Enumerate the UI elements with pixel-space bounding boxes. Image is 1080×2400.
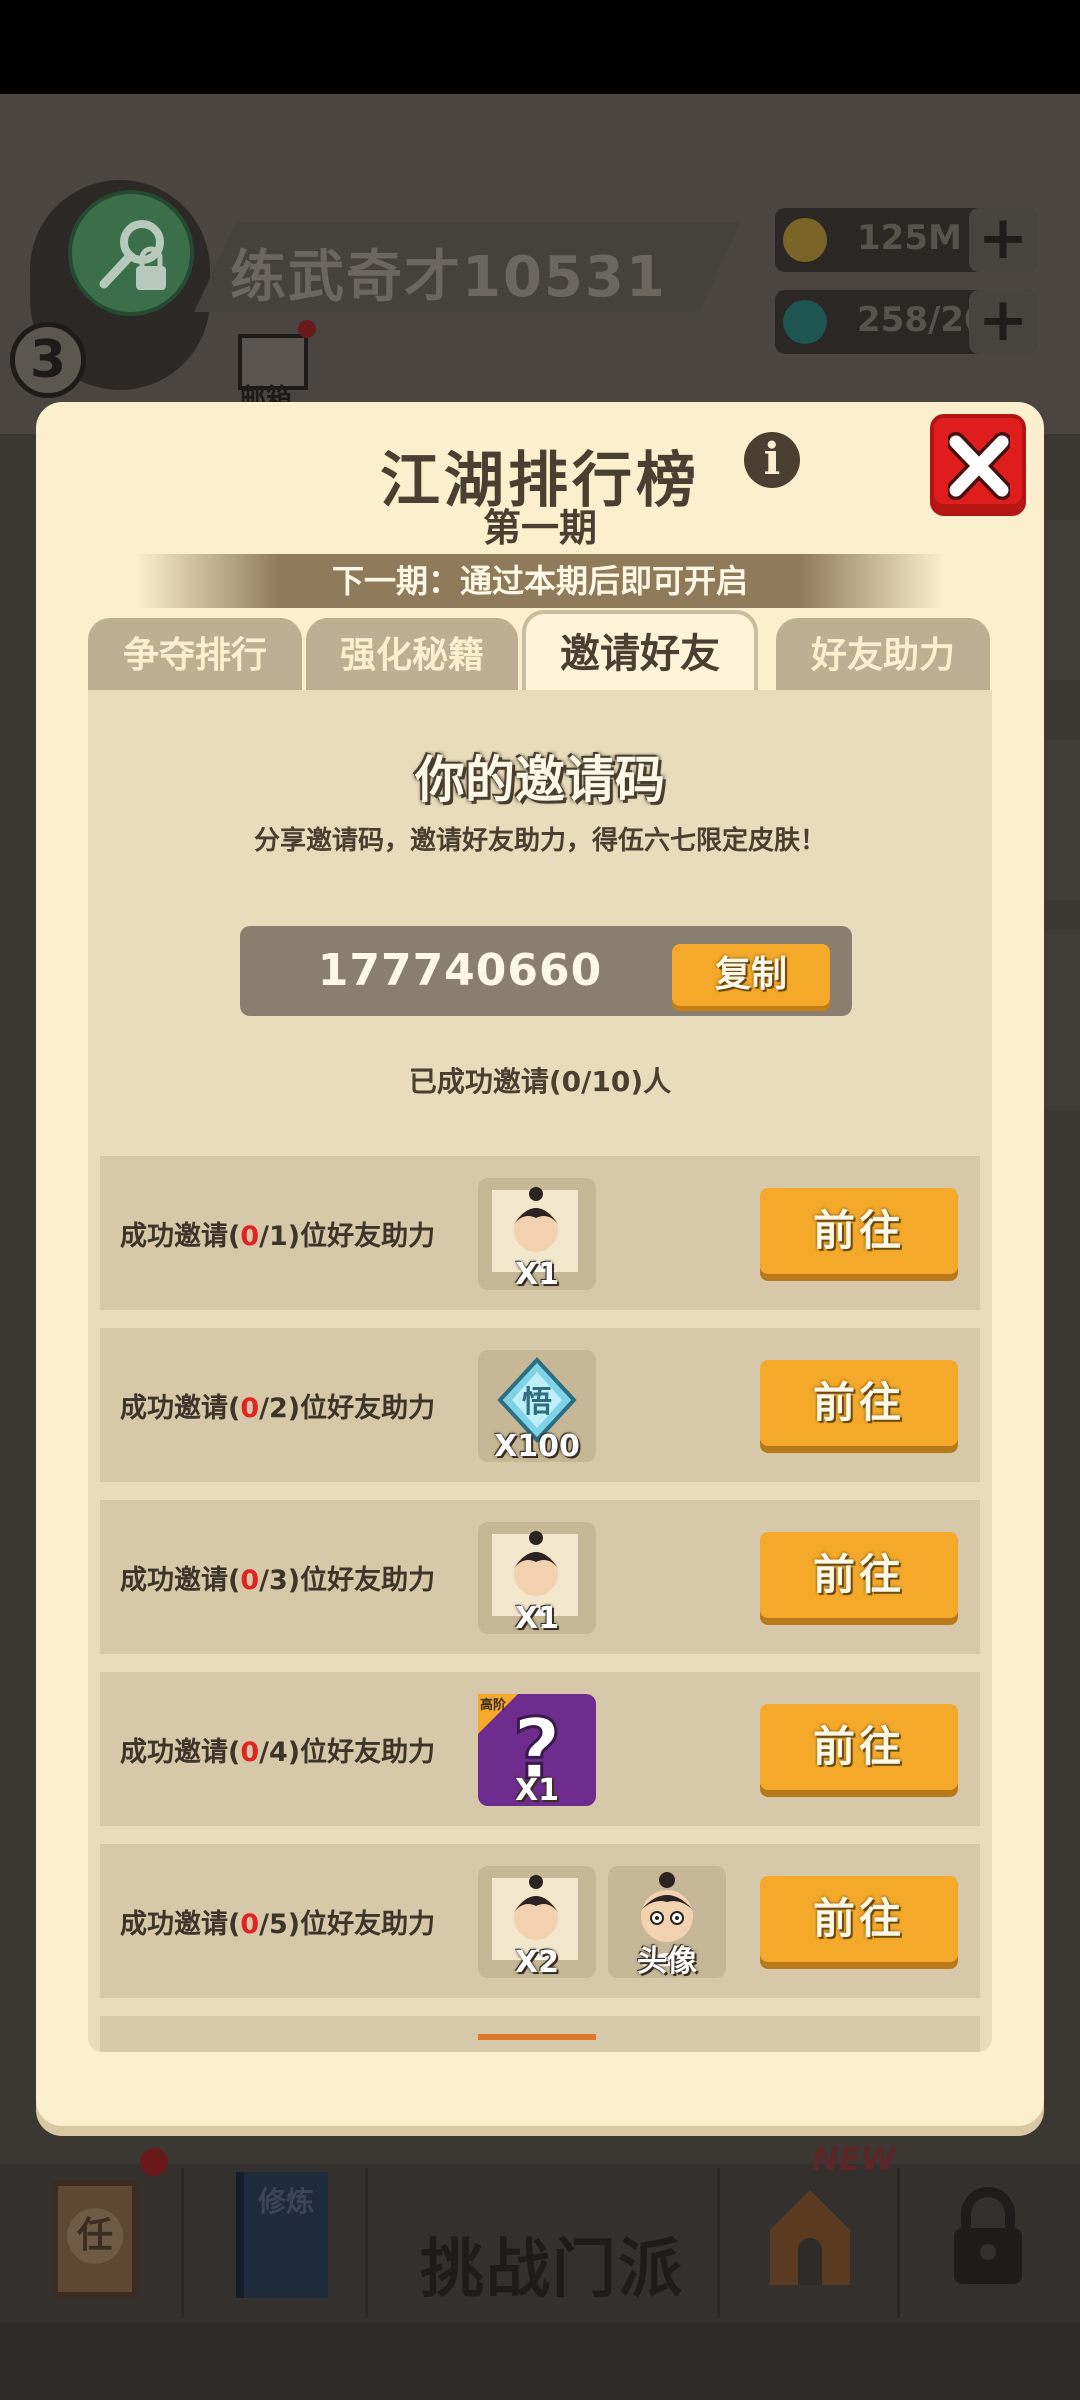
reward-quantity: X1 (514, 1601, 559, 1636)
reward-row: 成功邀请(0/5)位好友助力 X2 头像 前往 (100, 1844, 980, 1998)
advanced-tag-label: 高阶 (480, 1698, 507, 1713)
invite-success-count: 已成功邀请(0/10)人 (408, 1065, 672, 1098)
add-gems-button[interactable]: + (969, 290, 1037, 354)
training-book-icon: 修炼 (236, 2172, 328, 2298)
reward-quantity: X1 (514, 1257, 559, 1292)
reward-row: 成功邀请(0/4)位好友助力 ? 高阶 X1 前往 (100, 1672, 980, 1826)
reward-row: 成功邀请(0/1)位好友助力 X1 前往 (100, 1156, 980, 1310)
mail-notification-dot (298, 320, 316, 338)
tab-invite-friends[interactable]: 邀请好友 (522, 610, 758, 690)
task-notification-dot (140, 2148, 168, 2176)
reward-row-label: 成功邀请(0/4)位好友助力 (120, 1737, 436, 1768)
invite-description: 分享邀请码，邀请好友助力，得伍六七限定皮肤！ (253, 826, 826, 856)
status-bar (0, 0, 1080, 94)
new-badge: NEW (812, 2140, 896, 2178)
side-button-3 (1040, 930, 1080, 1110)
gem-icon (783, 300, 827, 344)
add-coins-button[interactable]: + (969, 208, 1037, 272)
tab-ranking[interactable]: 争夺排行 (88, 618, 302, 690)
leaderboard-panel: 江湖排行榜 i 第一期 下一期：通过本期后即可开启 争夺排行 强化秘籍 邀请好友… (36, 402, 1044, 2126)
reward-row-partial (100, 2016, 980, 2052)
close-icon (948, 432, 1010, 500)
info-icon[interactable]: i (744, 432, 800, 488)
reward-quantity: 头像 (637, 1944, 697, 1979)
go-button[interactable]: 前往 (760, 1188, 958, 1274)
coin-icon (783, 218, 827, 262)
go-button[interactable]: 前往 (760, 1876, 958, 1962)
go-button[interactable]: 前往 (760, 1532, 958, 1618)
player-level-badge: 3 (10, 322, 86, 398)
locked-key-icon (68, 190, 194, 316)
invite-code-box: 177740660 复制 (240, 926, 852, 1016)
next-period-banner: 下一期：通过本期后即可开启 (136, 554, 944, 608)
avatar-portrait-icon: 头像 (608, 1866, 726, 1979)
character-shard-icon: X1 (478, 1178, 596, 1292)
bottom-edge (0, 2322, 1080, 2400)
reward-row-label: 成功邀请(0/1)位好友助力 (120, 1221, 436, 1252)
close-button[interactable] (930, 414, 1026, 516)
character-shard-icon: X2 (478, 1866, 596, 1980)
reward-quantity: X1 (514, 1773, 559, 1808)
svg-text:悟: 悟 (522, 1385, 552, 1420)
coin-counter: 125M + (775, 208, 1037, 272)
tab-friend-assist[interactable]: 好友助力 (776, 618, 990, 690)
challenge-sect-label: 挑战门派 (420, 2233, 684, 2307)
mystery-box-icon: ? 高阶 X1 (478, 1694, 596, 1808)
reward-row-label: 成功邀请(0/5)位好友助力 (120, 1909, 436, 1940)
invite-code: 177740660 (317, 945, 603, 996)
reward-row-label: 成功邀请(0/3)位好友助力 (120, 1565, 436, 1596)
reward-quantity: X2 (514, 1945, 559, 1980)
side-button-2 (1040, 740, 1080, 900)
player-name: 练武奇才10531 (230, 245, 667, 310)
copy-button[interactable]: 复制 (672, 944, 830, 1006)
invite-content: 你的邀请码 分享邀请码，邀请好友助力，得伍六七限定皮肤！ 177740660 复… (88, 690, 992, 2052)
reward-row: 成功邀请(0/3)位好友助力 X1 前往 (100, 1500, 980, 1654)
gem-counter: 258/20 + (775, 290, 1037, 354)
lock-icon (954, 2187, 1022, 2284)
panel-subtitle: 第一期 (482, 506, 597, 550)
go-button[interactable]: 前往 (760, 1360, 958, 1446)
tab-enhance[interactable]: 强化秘籍 (306, 618, 518, 690)
side-button-1 (1040, 520, 1080, 680)
coin-amount: 125M (857, 218, 962, 258)
reward-row-label: 成功邀请(0/2)位好友助力 (120, 1393, 436, 1424)
reward-row: 成功邀请(0/2)位好友助力 悟 X100 前往 (100, 1328, 980, 1482)
invite-code-title: 你的邀请码 (415, 751, 665, 809)
reward-quantity: X100 (494, 1429, 580, 1464)
wu-gem-icon: 悟 X100 (478, 1350, 596, 1464)
character-shard-icon: X1 (478, 1522, 596, 1636)
go-button[interactable]: 前往 (760, 1704, 958, 1790)
task-scroll-icon: 任 (52, 2180, 138, 2298)
reward-slot-edge (478, 2034, 596, 2040)
sect-gate-icon (770, 2190, 850, 2285)
